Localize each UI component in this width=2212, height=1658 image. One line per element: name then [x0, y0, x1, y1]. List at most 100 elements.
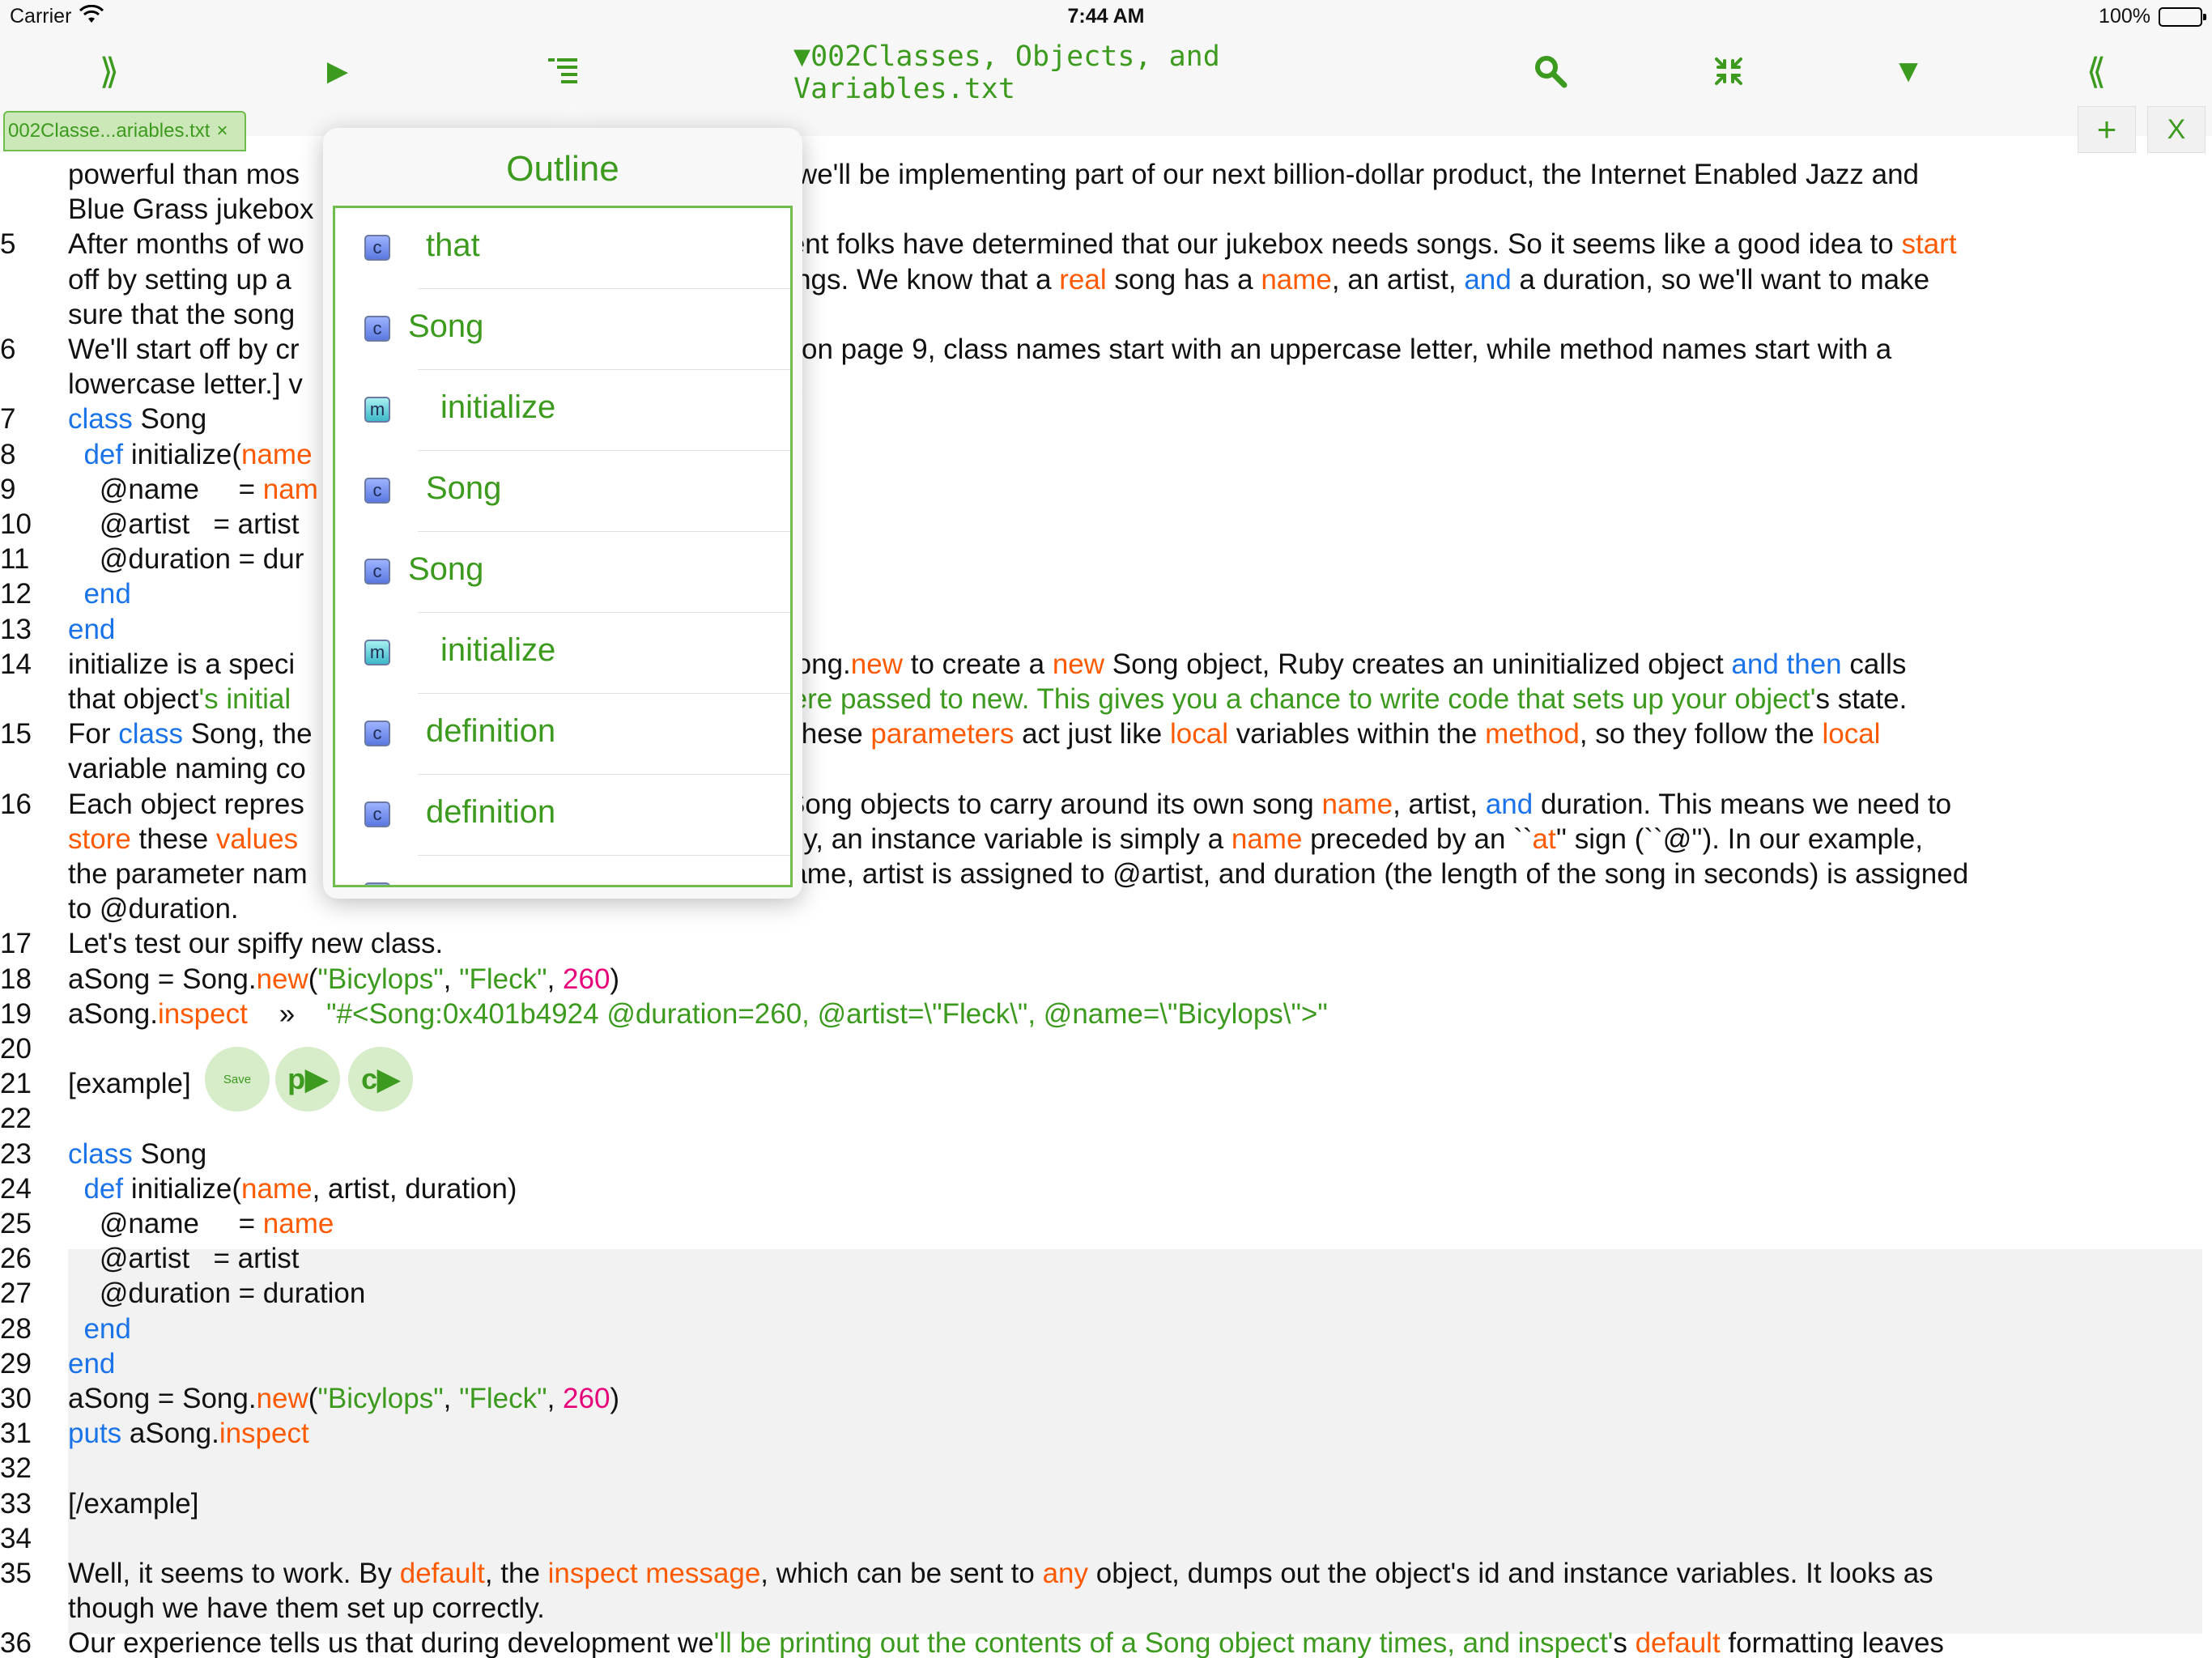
outline-item-label: initialize — [440, 389, 556, 425]
line-number: 11 — [0, 543, 30, 576]
class-icon: c — [364, 559, 390, 585]
close-tabs-button[interactable]: X — [2147, 106, 2206, 153]
class-icon: c — [364, 235, 390, 261]
line-number: 28 — [0, 1312, 32, 1345]
line-number: 12 — [0, 578, 32, 610]
line-number: 36 — [0, 1627, 32, 1658]
line-number: 19 — [0, 997, 32, 1030]
save-example-button[interactable]: Save — [205, 1047, 270, 1112]
line-number: 23 — [0, 1137, 32, 1170]
tab-close-icon[interactable]: × — [216, 120, 228, 142]
toolbar: ⟫ ▶ ▼002Classes, Objects, and Variables.… — [0, 34, 2212, 136]
collapse-icon — [1715, 57, 1742, 85]
outline-icon — [548, 58, 577, 83]
file-title-button[interactable]: ▼002Classes, Objects, and Variables.txt — [793, 40, 1376, 105]
line-number: 25 — [0, 1208, 32, 1239]
line-number: 8 — [0, 438, 16, 470]
file-tab-label: 002Classe...ariables.txt — [8, 120, 211, 142]
line-number: 27 — [0, 1278, 32, 1310]
battery-icon — [2159, 7, 2206, 27]
editor-line[interactable]: @artist = artist — [68, 1241, 2206, 1276]
status-bar: Carrier 7:44 AM 100% — [0, 0, 2212, 34]
outline-item[interactable]: c definition — [335, 694, 790, 775]
outline-item-label: definition — [426, 713, 556, 749]
run-p-button[interactable]: p▶ — [275, 1047, 340, 1112]
outline-item-label: initialize — [440, 632, 556, 668]
line-number: 13 — [0, 613, 32, 645]
add-tab-button[interactable]: + — [2078, 106, 2136, 153]
run-button[interactable]: ▶ — [309, 42, 366, 100]
outline-item-partial[interactable] — [335, 856, 790, 885]
editor-line[interactable]: Our experience tells us that during deve… — [68, 1626, 2206, 1658]
line-number: 18 — [0, 963, 32, 995]
editor-line[interactable]: Let's test our spiffy new class. — [68, 926, 2206, 961]
outline-item[interactable]: c Song — [335, 289, 790, 370]
editor-line[interactable]: [/example] — [68, 1486, 2206, 1521]
outline-item[interactable]: m initialize — [335, 613, 790, 694]
outline-item-label: that — [426, 227, 480, 263]
editor-line[interactable]: aSong = Song.new("Bicylops", "Fleck", 26… — [68, 1381, 2206, 1416]
line-number: 30 — [0, 1383, 32, 1414]
editor-line[interactable]: end — [68, 1312, 2206, 1346]
line-number: 16 — [0, 788, 32, 820]
line-number: 9 — [0, 473, 16, 505]
run-c-button[interactable]: c▶ — [348, 1047, 413, 1112]
editor-line[interactable]: class Song — [68, 1137, 2206, 1171]
search-icon — [1535, 56, 1568, 88]
editor-line[interactable]: def initialize(name, artist, duration) — [68, 1171, 2206, 1206]
line-number: 15 — [0, 718, 32, 750]
collapse-button[interactable] — [1700, 42, 1757, 100]
battery-percent: 100% — [2099, 5, 2150, 28]
outline-item[interactable]: c definition — [335, 775, 790, 856]
editor-line[interactable]: @duration = duration — [68, 1276, 2206, 1311]
editor-line[interactable]: though we have them set up correctly. — [68, 1591, 2206, 1626]
class-icon: c — [364, 478, 390, 504]
line-number: 10 — [0, 508, 32, 540]
editor-line[interactable]: aSong.inspect » "#<Song:0x401b4924 @dura… — [68, 997, 2206, 1031]
popover-arrow — [544, 102, 599, 130]
line-number: 33 — [0, 1487, 32, 1520]
outline-item-label: Song — [408, 308, 484, 344]
expand-right-button[interactable]: ⟫ — [81, 42, 138, 100]
line-number: 24 — [0, 1172, 32, 1205]
line-number: 29 — [0, 1347, 32, 1380]
outline-button[interactable] — [534, 42, 591, 100]
clock: 7:44 AM — [1067, 5, 1145, 28]
outline-title: Outline — [506, 149, 619, 189]
method-icon: m — [364, 397, 390, 423]
outline-item-label: Song — [408, 551, 484, 587]
method-icon: m — [364, 640, 390, 665]
line-number: 17 — [0, 928, 32, 960]
outline-list[interactable]: c that c Song m initialize c Song c Song m initiali… — [333, 206, 793, 887]
outline-item-label: definition — [426, 794, 556, 830]
editor-line[interactable]: end — [68, 1346, 2206, 1381]
outline-item[interactable]: m initialize — [335, 370, 790, 451]
class-icon: c — [364, 316, 390, 342]
editor-line[interactable]: Well, it seems to work. By default, the … — [68, 1556, 2206, 1591]
line-number: 26 — [0, 1243, 32, 1275]
line-number: 32 — [0, 1452, 32, 1485]
editor-line[interactable]: puts aSong.inspect — [68, 1416, 2206, 1451]
outline-item[interactable]: c that — [335, 208, 790, 289]
editor-line[interactable]: aSong = Song.new("Bicylops", "Fleck", 26… — [68, 962, 2206, 997]
line-number: 14 — [0, 648, 32, 680]
line-number: 5 — [0, 228, 16, 261]
outline-popover: Outline c that c Song m initialize c Song c Song m… — [323, 128, 802, 899]
line-number: 6 — [0, 334, 16, 365]
outline-item[interactable]: c Song — [335, 451, 790, 532]
file-tab[interactable]: 002Classe...ariables.txt × — [3, 111, 246, 151]
dropdown-button[interactable]: ▼ — [1880, 42, 1937, 100]
expand-left-button[interactable]: ⟪ — [2068, 42, 2125, 100]
line-number: 31 — [0, 1418, 32, 1450]
class-icon — [364, 882, 390, 885]
line-number: 34 — [0, 1522, 32, 1554]
editor-line[interactable]: @name = name — [68, 1206, 2206, 1241]
outline-item[interactable]: c Song — [335, 532, 790, 613]
outline-item-label: Song — [426, 470, 502, 506]
line-number: 35 — [0, 1558, 32, 1589]
line-number: 22 — [0, 1103, 32, 1135]
line-number: 20 — [0, 1033, 32, 1065]
search-button[interactable] — [1522, 42, 1579, 100]
class-icon: c — [364, 801, 390, 827]
class-icon: c — [364, 721, 390, 746]
